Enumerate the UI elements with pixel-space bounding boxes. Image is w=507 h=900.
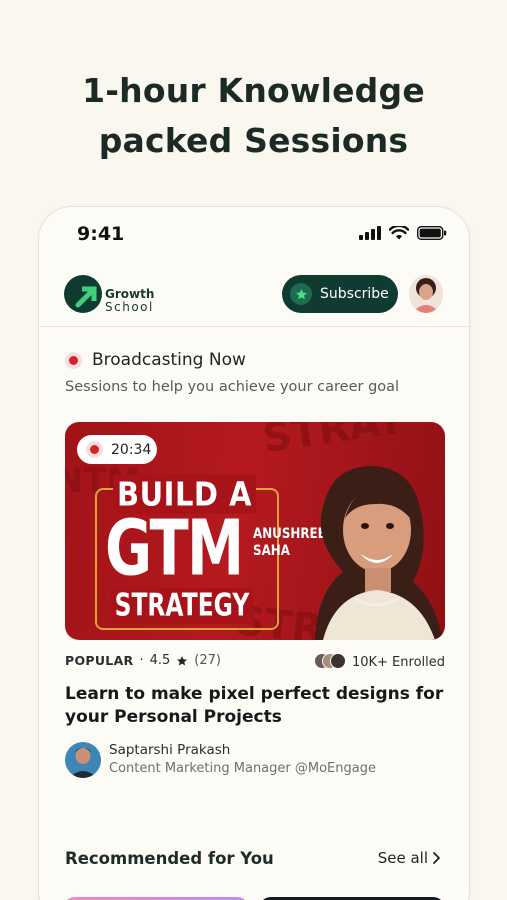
enrolled-avatars: [313, 653, 346, 671]
logo-text: Growth School: [105, 288, 154, 314]
see-all-label: See all: [377, 849, 428, 867]
recommended-title: Recommended for You: [65, 849, 274, 868]
banner-line-2: GTM: [105, 503, 244, 594]
headline-line-1: 1-hour Knowledge: [82, 71, 425, 110]
recording-dot-icon: [86, 441, 103, 458]
star-badge-icon: [290, 283, 312, 305]
status-bar: 9:41: [39, 207, 469, 261]
app-bar: Growth School Subscribe: [39, 261, 469, 327]
popular-tag: POPULAR: [65, 653, 134, 668]
broadcast-title: Broadcasting Now: [92, 350, 246, 370]
enrolled-avatar: [329, 653, 346, 669]
subscribe-label: Subscribe: [320, 286, 389, 302]
author-info: Saptarshi Prakash Content Marketing Mana…: [109, 741, 376, 779]
rating-value: 4.5: [149, 653, 171, 668]
user-avatar[interactable]: [409, 275, 443, 313]
live-timer: 20:34: [77, 435, 157, 464]
author-name: Saptarshi Prakash: [109, 742, 231, 758]
author-role: Content Marketing Manager @MoEngage: [109, 761, 376, 776]
growth-school-logo-icon[interactable]: [64, 275, 102, 313]
subscribe-button[interactable]: Subscribe: [282, 275, 398, 313]
meta-separator: ·: [139, 653, 144, 668]
session-banner[interactable]: STRAT NTM STRAT BUILD A GTM STRATEGY ANU…: [65, 422, 445, 640]
headline-line-2: packed Sessions: [98, 121, 409, 160]
status-icons: [359, 226, 447, 240]
battery-icon: [417, 226, 447, 240]
wifi-icon: [389, 226, 409, 240]
broadcast-header: Broadcasting Now: [65, 350, 246, 370]
live-dot-icon: [65, 351, 82, 369]
meta-left: POPULAR · 4.5 (27): [65, 653, 221, 668]
meta-right: 10K+ Enrolled: [313, 653, 445, 671]
star-icon: [177, 655, 188, 665]
enrolled-count: 10K+ Enrolled: [351, 654, 445, 670]
banner-line-3: STRATEGY: [111, 588, 253, 624]
session-meta: POPULAR · 4.5 (27) 10K+ Enrolled: [65, 653, 445, 673]
review-count: (27): [194, 653, 221, 668]
signal-icon: [359, 226, 381, 240]
chevron-right-icon: [433, 852, 440, 864]
see-all-link[interactable]: See all: [378, 849, 441, 867]
author-avatar: [65, 742, 101, 778]
page-headline: 1-hour Knowledge packed Sessions: [0, 66, 507, 166]
logo-text-line-2: School: [105, 300, 154, 314]
phone-frame: 9:41 Growth School Subscribe Broadcastin…: [38, 206, 470, 900]
author-row: Saptarshi Prakash Content Marketing Mana…: [65, 741, 376, 779]
broadcast-subtitle: Sessions to help you achieve your career…: [65, 379, 400, 395]
status-time: 9:41: [77, 223, 125, 245]
speaker-photo: [315, 466, 443, 640]
timer-value: 20:34: [111, 441, 152, 458]
session-title[interactable]: Learn to make pixel perfect designs for …: [65, 683, 445, 729]
